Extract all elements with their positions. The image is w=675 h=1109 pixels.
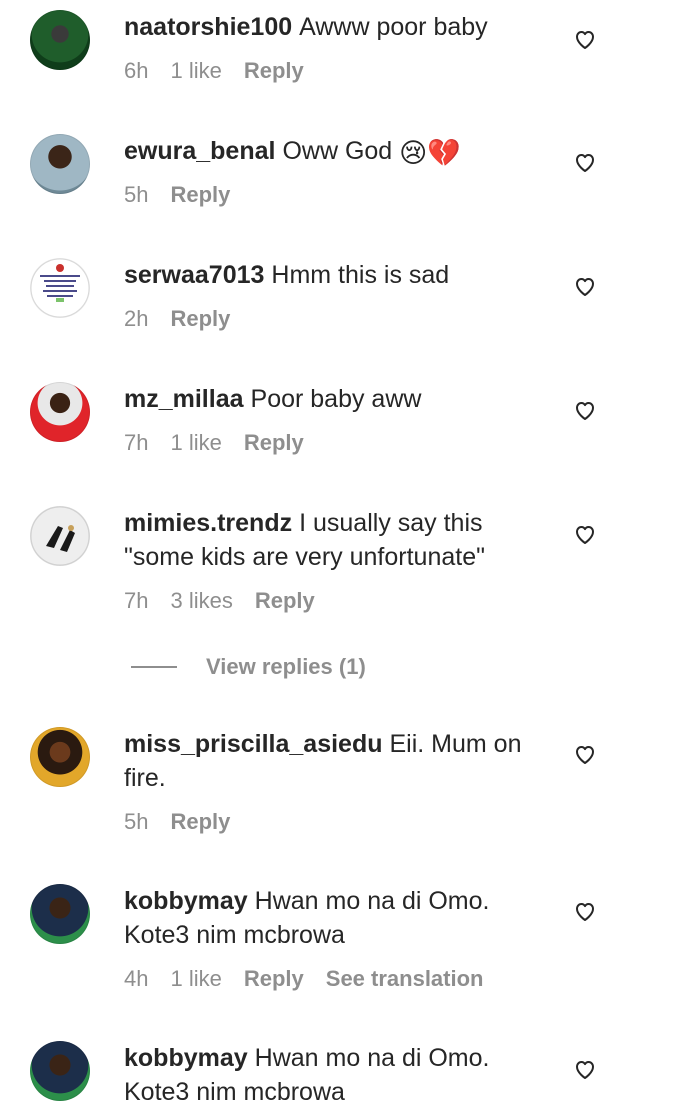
reply-button[interactable]: Reply [170, 809, 230, 834]
comment-body: mimies.trendz I usually say this "some ki… [124, 506, 544, 616]
comment-time: 6h [124, 58, 149, 83]
comment-text: miss_priscilla_asiedu Eii. Mum on fire. [124, 727, 544, 795]
comment-time: 7h [124, 430, 149, 455]
comment-meta: 2h Reply [124, 304, 544, 334]
comment-text: kobbymay Hwan mo na di Omo. Kote3 nim mcb… [124, 884, 544, 952]
view-replies-button[interactable]: View replies (1) [206, 654, 366, 680]
replies-divider [131, 666, 177, 668]
comment-meta: 7h 1 like Reply [124, 428, 544, 458]
reply-button[interactable]: Reply [244, 430, 304, 455]
comment-meta: 4h 1 like Reply See translation [124, 964, 544, 994]
avatar[interactable] [30, 258, 90, 318]
username-link[interactable]: miss_priscilla_asiedu [124, 730, 382, 758]
reply-button[interactable]: Reply [255, 588, 315, 613]
username-link[interactable]: mimies.trendz [124, 509, 292, 537]
reply-button[interactable]: Reply [244, 966, 304, 991]
heart-outline-icon[interactable] [573, 398, 597, 422]
comment-time: 5h [124, 809, 149, 834]
avatar-graphic [30, 258, 90, 318]
heart-outline-icon[interactable] [573, 1057, 597, 1081]
avatar[interactable] [30, 506, 90, 566]
avatar[interactable] [30, 727, 90, 787]
see-translation-button[interactable]: See translation [326, 966, 484, 991]
avatar[interactable] [30, 134, 90, 194]
like-count[interactable]: 1 like [170, 430, 221, 455]
heart-outline-icon[interactable] [573, 899, 597, 923]
avatar[interactable] [30, 382, 90, 442]
reply-button[interactable]: Reply [244, 58, 304, 83]
comment-body: kobbymay Hwan mo na di Omo. Kote3 nim mcb… [124, 1041, 544, 1109]
comment-body: serwaa7013 Hmm this is sad 2h Reply [124, 258, 544, 334]
comment-message: Oww God [282, 137, 393, 165]
reply-button[interactable]: Reply [170, 182, 230, 207]
avatar[interactable] [30, 884, 90, 944]
heart-outline-icon[interactable] [573, 150, 597, 174]
comment-body: miss_priscilla_asiedu Eii. Mum on fire. 5… [124, 727, 544, 837]
comment-body: ewura_benal Oww God 😢💔 5h Reply [124, 134, 544, 210]
comment-meta: 5h Reply [124, 180, 544, 210]
username-link[interactable]: kobbymay [124, 887, 248, 915]
comment-body: mz_millaa Poor baby aww 7h 1 like Reply [124, 382, 544, 458]
comment-body: naatorshie100 Awww poor baby 6h 1 like Repl… [124, 10, 544, 86]
crying-broken-heart-emoji: 😢💔 [399, 138, 461, 169]
comment-message: Hmm this is sad [271, 261, 450, 289]
comment-message: Awww poor baby [299, 13, 488, 41]
comment-text: ewura_benal Oww God 😢💔 [124, 134, 544, 168]
heart-outline-icon[interactable] [573, 274, 597, 298]
comment-body: kobbymay Hwan mo na di Omo. Kote3 nim mcb… [124, 884, 544, 994]
comment-meta: 5h Reply [124, 807, 544, 837]
username-link[interactable]: ewura_benal [124, 137, 275, 165]
reply-button[interactable]: Reply [170, 306, 230, 331]
username-link[interactable]: mz_millaa [124, 385, 244, 413]
comment-text: serwaa7013 Hmm this is sad [124, 258, 544, 292]
like-count[interactable]: 3 likes [170, 588, 232, 613]
comment-time: 2h [124, 306, 149, 331]
comment-text: mimies.trendz I usually say this "some ki… [124, 506, 544, 574]
heart-outline-icon[interactable] [573, 27, 597, 51]
comment-time: 7h [124, 588, 149, 613]
heart-outline-icon[interactable] [573, 742, 597, 766]
avatar-graphic [30, 506, 90, 566]
like-count[interactable]: 1 like [170, 966, 221, 991]
avatar[interactable] [30, 10, 90, 70]
comment-time: 5h [124, 182, 149, 207]
username-link[interactable]: kobbymay [124, 1044, 248, 1072]
avatar[interactable] [30, 1041, 90, 1101]
comment-message: Poor baby aww [250, 385, 422, 413]
comment-meta: 6h 1 like Reply [124, 56, 544, 86]
like-count[interactable]: 1 like [170, 58, 221, 83]
comment-text: kobbymay Hwan mo na di Omo. Kote3 nim mcb… [124, 1041, 544, 1109]
comment-meta: 7h 3 likes Reply [124, 586, 544, 616]
username-link[interactable]: serwaa7013 [124, 261, 264, 289]
comment-time: 4h [124, 966, 149, 991]
view-replies-row[interactable]: View replies (1) [131, 652, 366, 682]
comment-text: mz_millaa Poor baby aww [124, 382, 544, 416]
heart-outline-icon[interactable] [573, 522, 597, 546]
comment-text: naatorshie100 Awww poor baby [124, 10, 544, 44]
username-link[interactable]: naatorshie100 [124, 13, 292, 41]
